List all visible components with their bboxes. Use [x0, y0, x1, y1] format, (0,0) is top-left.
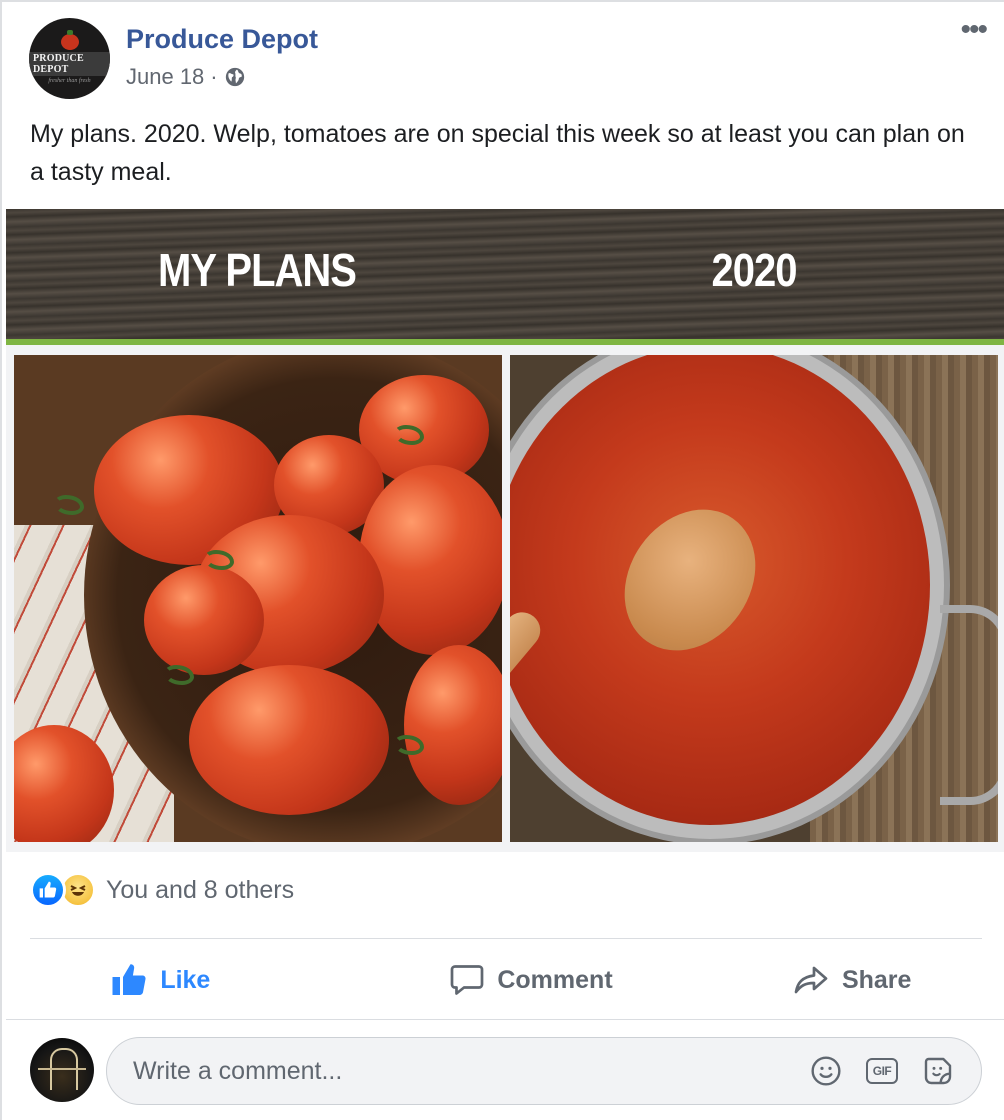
banner-accent-line	[6, 339, 1004, 345]
comment-composer[interactable]: GIF	[106, 1037, 982, 1105]
comment-button[interactable]: Comment	[401, 947, 662, 1013]
user-avatar[interactable]	[30, 1038, 94, 1102]
sticker-icon[interactable]	[921, 1054, 955, 1088]
tomato	[144, 565, 264, 675]
sauce-photo	[510, 355, 998, 842]
divider	[30, 938, 982, 939]
avatar-tagline: fresher than fresh	[48, 77, 91, 84]
emoji-icon[interactable]	[809, 1054, 843, 1088]
post-meta: June 18 ·	[126, 64, 246, 90]
divider	[6, 1019, 1004, 1020]
gif-label: GIF	[866, 1058, 898, 1084]
share-button[interactable]: Share	[661, 947, 982, 1013]
comment-icon	[451, 965, 484, 995]
post-date-link[interactable]: June 18	[126, 64, 204, 90]
tomatoes-photo	[14, 355, 502, 842]
post-text: My plans. 2020. Welp, tomatoes are on sp…	[30, 120, 965, 186]
page-name-link[interactable]: Produce Depot	[126, 24, 318, 55]
like-reaction-icon	[30, 872, 66, 908]
meta-separator: ·	[210, 64, 218, 89]
like-label: Like	[160, 965, 211, 994]
comment-input[interactable]	[133, 1056, 773, 1086]
tomato-stem	[54, 495, 84, 515]
share-icon	[794, 966, 828, 994]
pot-handle	[940, 605, 998, 805]
like-button[interactable]: Like	[30, 947, 401, 1013]
action-bar: Like Comment Share	[30, 947, 982, 1013]
reactions-summary[interactable]: You and 8 others	[30, 872, 294, 908]
globe-icon[interactable]	[224, 66, 246, 88]
post-card: PRODUCE DEPOT fresher than fresh Produce…	[0, 0, 1004, 1120]
composer-icons: GIF	[809, 1054, 955, 1088]
comment-label: Comment	[497, 965, 613, 994]
tomato	[189, 665, 389, 815]
thumbs-up-icon	[112, 964, 146, 995]
share-label: Share	[841, 965, 912, 994]
post-image[interactable]: MY PLANS 2020	[6, 209, 1004, 852]
tomato	[359, 465, 502, 655]
banner-right-label: 2020	[711, 245, 798, 297]
tomato-logo-icon	[60, 29, 79, 50]
banner-left-label: MY PLANS	[158, 245, 357, 297]
reactions-count-text[interactable]: You and 8 others	[106, 876, 294, 905]
gif-icon[interactable]: GIF	[865, 1054, 899, 1088]
avatar-brand-text: PRODUCE DEPOT	[29, 51, 110, 76]
page-avatar[interactable]: PRODUCE DEPOT fresher than fresh	[29, 18, 110, 99]
more-options-icon[interactable]: •••	[960, 15, 987, 45]
